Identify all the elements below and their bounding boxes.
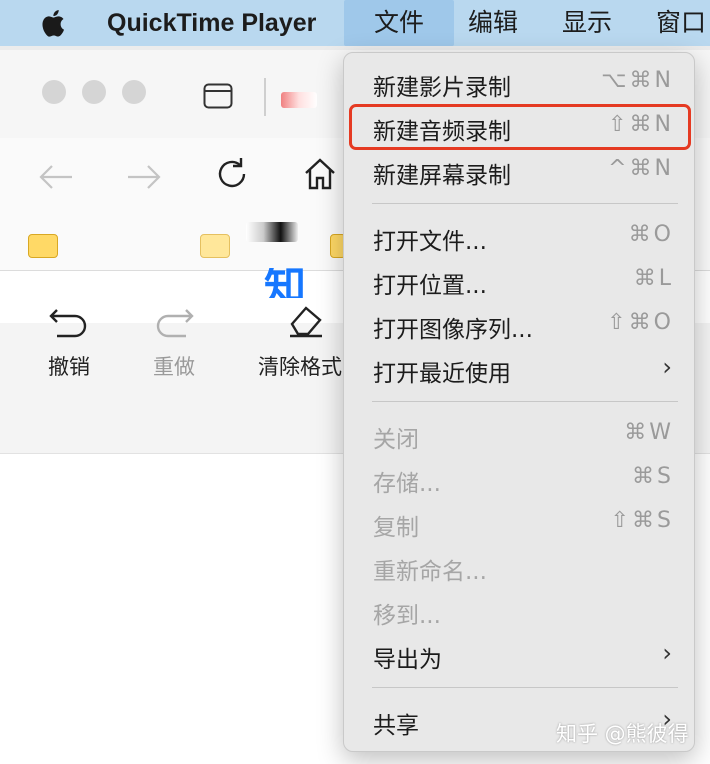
menu-item-label: 导出为 xyxy=(373,647,442,673)
tab-favicon-blurred xyxy=(281,92,317,108)
menu-item-label: 新建屏幕录制 xyxy=(373,163,511,189)
highlight-annotation-box xyxy=(349,104,691,150)
app-name-menu[interactable]: QuickTime Player xyxy=(107,0,316,46)
menu-item-new-screen-recording[interactable]: 新建屏幕录制 ^⌘N xyxy=(344,149,696,193)
menu-item-close[interactable]: 关闭 ⌘W xyxy=(344,413,696,457)
chevron-right-icon: › xyxy=(662,353,672,381)
menu-file[interactable]: 文件 xyxy=(344,0,454,46)
menu-item-label: 打开位置... xyxy=(373,273,487,299)
menu-item-label: 共享 xyxy=(373,713,419,739)
menu-item-save[interactable]: 存储... ⌘S xyxy=(344,457,696,501)
menu-item-label: 重新命名... xyxy=(373,559,487,585)
menu-item-open-location[interactable]: 打开位置... ⌘L xyxy=(344,259,696,303)
undo-button[interactable]: 撤销 xyxy=(48,300,90,381)
menu-bar: QuickTime Player 文件 编辑 显示 窗口 xyxy=(0,0,710,46)
menu-item-label: 打开文件... xyxy=(373,229,487,255)
menu-view[interactable]: 显示 xyxy=(556,0,618,46)
menu-item-move-to[interactable]: 移到... xyxy=(344,589,696,633)
home-icon[interactable] xyxy=(302,156,338,192)
menu-item-open-file[interactable]: 打开文件... ⌘O xyxy=(344,215,696,259)
menu-item-shortcut: ⌥⌘N xyxy=(601,68,674,93)
undo-label: 撤销 xyxy=(48,355,90,379)
eraser-icon xyxy=(290,306,322,338)
bookmark-folder-icon[interactable] xyxy=(200,234,230,258)
menu-item-open-image-sequence[interactable]: 打开图像序列... ⇧⌘O xyxy=(344,303,696,347)
site-logo-partial: 知 xyxy=(264,268,307,298)
menu-separator xyxy=(372,203,678,204)
menu-edit[interactable]: 编辑 xyxy=(462,0,524,46)
menu-item-shortcut: ⌘S xyxy=(632,464,674,489)
menu-item-rename[interactable]: 重新命名... xyxy=(344,545,696,589)
menu-item-label: 新建影片录制 xyxy=(373,75,511,101)
menu-item-label: 打开最近使用 xyxy=(373,361,511,387)
back-arrow-icon[interactable] xyxy=(38,162,74,192)
menu-item-new-movie-recording[interactable]: 新建影片录制 ⌥⌘N xyxy=(344,61,696,105)
reload-icon[interactable] xyxy=(214,156,250,192)
bookmark-blurred-label[interactable] xyxy=(246,222,298,242)
clear-format-label: 清除格式 xyxy=(258,355,342,379)
menu-item-duplicate[interactable]: 复制 ⇧⌘S xyxy=(344,501,696,545)
menu-item-open-recent[interactable]: 打开最近使用 › xyxy=(344,347,696,391)
menu-item-shortcut: ^⌘N xyxy=(608,156,674,181)
apple-logo-icon[interactable] xyxy=(38,6,70,40)
redo-label: 重做 xyxy=(153,355,195,379)
menu-window[interactable]: 窗口 xyxy=(650,0,710,46)
menu-item-label: 复制 xyxy=(373,515,419,541)
menu-item-shortcut: ⌘W xyxy=(624,420,674,445)
menu-item-export-as[interactable]: 导出为 › xyxy=(344,633,696,677)
file-menu-dropdown: 新建影片录制 ⌥⌘N 新建音频录制 ⇧⌘N 新建屏幕录制 ^⌘N 打开文件...… xyxy=(343,52,695,752)
close-window-button[interactable] xyxy=(42,80,66,104)
bookmark-folder-icon[interactable] xyxy=(28,234,58,258)
menu-item-shortcut: ⇧⌘S xyxy=(610,508,674,533)
undo-icon xyxy=(49,309,87,338)
menu-separator xyxy=(372,687,678,688)
menu-separator xyxy=(372,401,678,402)
clear-format-button[interactable]: 清除格式 xyxy=(258,300,344,381)
menu-item-shortcut: ⌘O xyxy=(628,222,674,247)
forward-arrow-icon[interactable] xyxy=(126,162,162,192)
minimize-window-button[interactable] xyxy=(82,80,106,104)
menu-item-label: 关闭 xyxy=(373,427,419,453)
menu-item-shortcut: ⌘L xyxy=(633,266,674,291)
watermark-text: 知乎 @熊彼得 xyxy=(556,722,689,746)
zoom-window-button[interactable] xyxy=(122,80,146,104)
menu-item-shortcut: ⇧⌘O xyxy=(607,310,674,335)
menu-item-label: 存储... xyxy=(373,471,441,497)
redo-button[interactable]: 重做 xyxy=(153,300,195,381)
sidebar-toggle-icon[interactable] xyxy=(203,83,233,109)
redo-icon xyxy=(156,309,194,338)
toolbar-divider xyxy=(264,78,266,116)
menu-item-label: 打开图像序列... xyxy=(373,317,533,343)
chevron-right-icon: › xyxy=(662,639,672,667)
menu-item-label: 移到... xyxy=(373,603,441,629)
